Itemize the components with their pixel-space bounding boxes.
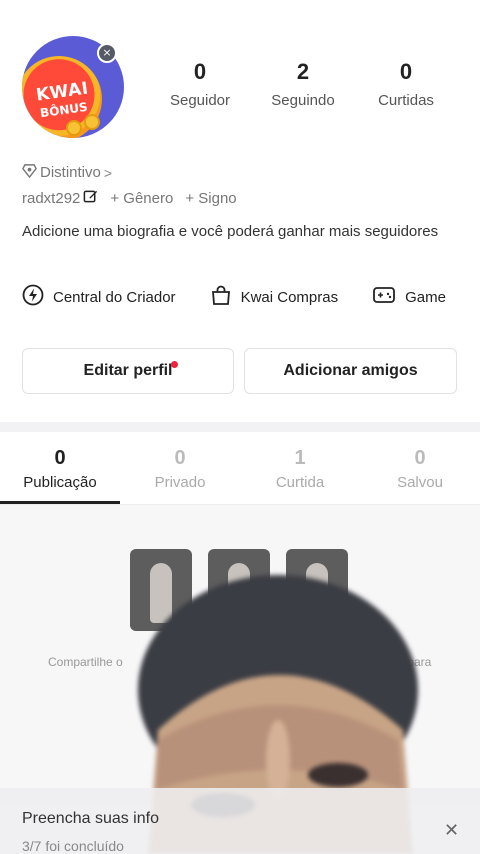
stat-label: Seguidor [169,92,231,109]
banner-title: Preencha suas info [22,810,159,827]
stat-followers[interactable]: 0 Seguidor [150,58,250,109]
add-friends-button[interactable]: Adicionar amigos [244,348,457,394]
edit-icon [83,189,98,208]
add-gender-link[interactable]: + Gênero [110,190,173,207]
stat-value: 2 [296,59,310,84]
add-friends-label: Adicionar amigos [283,362,418,379]
tab-publicacao[interactable]: 0 Publicação [0,446,120,491]
shortcut-row: Central do Criador Kwai Compras Game [22,284,446,310]
lightning-icon [22,284,44,310]
stat-likes[interactable]: 0 Curtidas [356,58,456,109]
edit-profile-button[interactable]: Editar perfil [22,348,234,394]
shortcut-label: Central do Criador [53,288,176,306]
banner-progress: 3/7 foi concluído [22,838,124,854]
share-hint-left: Compartilhe o [48,655,123,669]
add-sign-link[interactable]: + Signo [185,190,236,207]
tab-count: 1 [294,447,306,469]
shortcut-kwai-shop[interactable]: Kwai Compras [210,284,339,310]
stat-label: Curtidas [378,92,434,109]
tab-count: 0 [174,447,186,469]
tab-salvou[interactable]: 0 Salvou [360,446,480,491]
edit-profile-label: Editar perfil [83,362,173,379]
tab-label: Privado [154,474,206,491]
close-icon[interactable]: ✕ [444,820,459,841]
avatar-close-icon[interactable]: × [97,43,117,63]
stat-value: 0 [399,59,413,84]
badge-label: Distintivo [40,164,101,181]
shortcut-game[interactable]: Game [372,284,446,310]
gamepad-icon [372,284,396,310]
tab-privado[interactable]: 0 Privado [120,446,240,491]
tab-label: Publicação [23,474,97,491]
shopping-bag-icon [210,284,232,310]
coin-icon [66,120,82,136]
shortcut-label: Kwai Compras [240,288,339,306]
tab-label: Curtida [275,474,325,491]
profile-meta: radxt292 + Gênero + Signo [22,189,237,208]
profile-completion-banner[interactable]: Preencha suas info 3/7 foi concluído ✕ [0,788,480,854]
bio-prompt[interactable]: Adicione uma biografia e você poderá gan… [22,222,442,242]
coin-icon [84,114,100,130]
notification-dot [171,361,178,368]
stat-value: 0 [193,59,207,84]
badge-link[interactable]: Distintivo > [22,163,112,182]
shortcut-creator-center[interactable]: Central do Criador [22,284,176,310]
username-edit[interactable]: radxt292 [22,189,98,208]
tab-curtida[interactable]: 1 Curtida [240,446,360,491]
tab-label: Salvou [397,474,443,491]
tab-count: 0 [54,447,66,469]
section-divider [0,422,480,432]
chevron-right-icon: > [103,164,113,181]
stat-label: Seguindo [271,92,335,109]
stat-following[interactable]: 2 Seguindo [253,58,353,109]
tab-count: 0 [414,447,426,469]
badge-icon [22,163,37,182]
username: radxt292 [22,190,81,207]
shortcut-label: Game [405,288,446,306]
